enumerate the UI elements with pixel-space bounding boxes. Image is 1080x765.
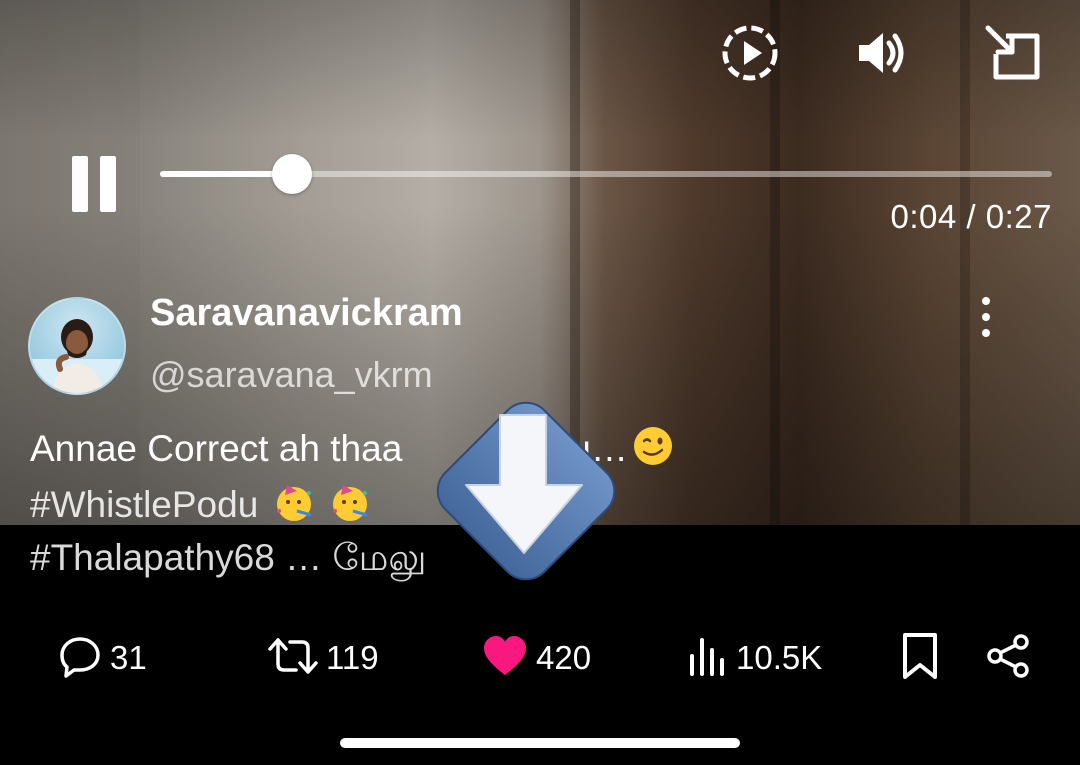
partying-face-icon [329,481,371,523]
views-button[interactable]: 10.5K [688,630,822,686]
like-count: 420 [536,639,592,676]
time-separator: / [956,198,986,235]
like-icon [482,635,528,682]
bookmark-icon [900,632,940,685]
more-dot [982,313,990,321]
seek-bar-thumb[interactable] [272,154,313,194]
retweet-count: 119 [326,639,379,676]
hashtag-line[interactable]: #Thalapathy68 … மேலு [30,537,427,584]
reply-icon [58,634,102,683]
share-icon [985,633,1031,684]
winking-face-icon [632,425,674,467]
tweet-text: Annae Correct ah thaa [30,428,403,469]
reply-button[interactable]: 31 [58,630,147,686]
minimize-icon[interactable] [982,22,1044,84]
reply-count: 31 [110,639,147,676]
playback-time: 0:04 / 0:27 [891,198,1052,236]
more-options-button[interactable] [968,297,1004,337]
more-dot [982,329,990,337]
retweet-icon [268,634,318,683]
partying-face-icon [273,481,315,523]
duration: 0:27 [985,198,1052,235]
views-count: 10.5K [736,639,823,676]
hashtag-thalapathy68[interactable]: #Thalapathy68 … மேலு [30,537,427,578]
download-icon[interactable] [420,385,632,597]
hashtag-line[interactable]: #WhistlePodu [30,481,371,526]
like-button[interactable]: 420 [482,630,591,686]
bookmark-button[interactable] [892,630,948,686]
pause-button[interactable] [70,156,120,212]
pause-icon-bar [72,156,88,212]
views-icon [688,634,728,683]
current-time: 0:04 [890,198,957,235]
hashtag-whistlepodu[interactable]: #WhistlePodu [30,484,258,525]
volume-icon[interactable] [850,22,912,84]
autoplay-icon[interactable] [719,22,781,84]
avatar[interactable] [28,297,126,395]
author-name[interactable]: Saravanavickram [150,292,463,335]
seek-bar[interactable] [160,154,1052,194]
more-dot [982,297,990,305]
home-indicator[interactable] [340,738,740,748]
share-button[interactable] [980,630,1036,686]
retweet-button[interactable]: 119 [268,630,379,686]
author-handle[interactable]: @saravana_vkrm [150,354,433,396]
pause-icon-bar [100,156,116,212]
